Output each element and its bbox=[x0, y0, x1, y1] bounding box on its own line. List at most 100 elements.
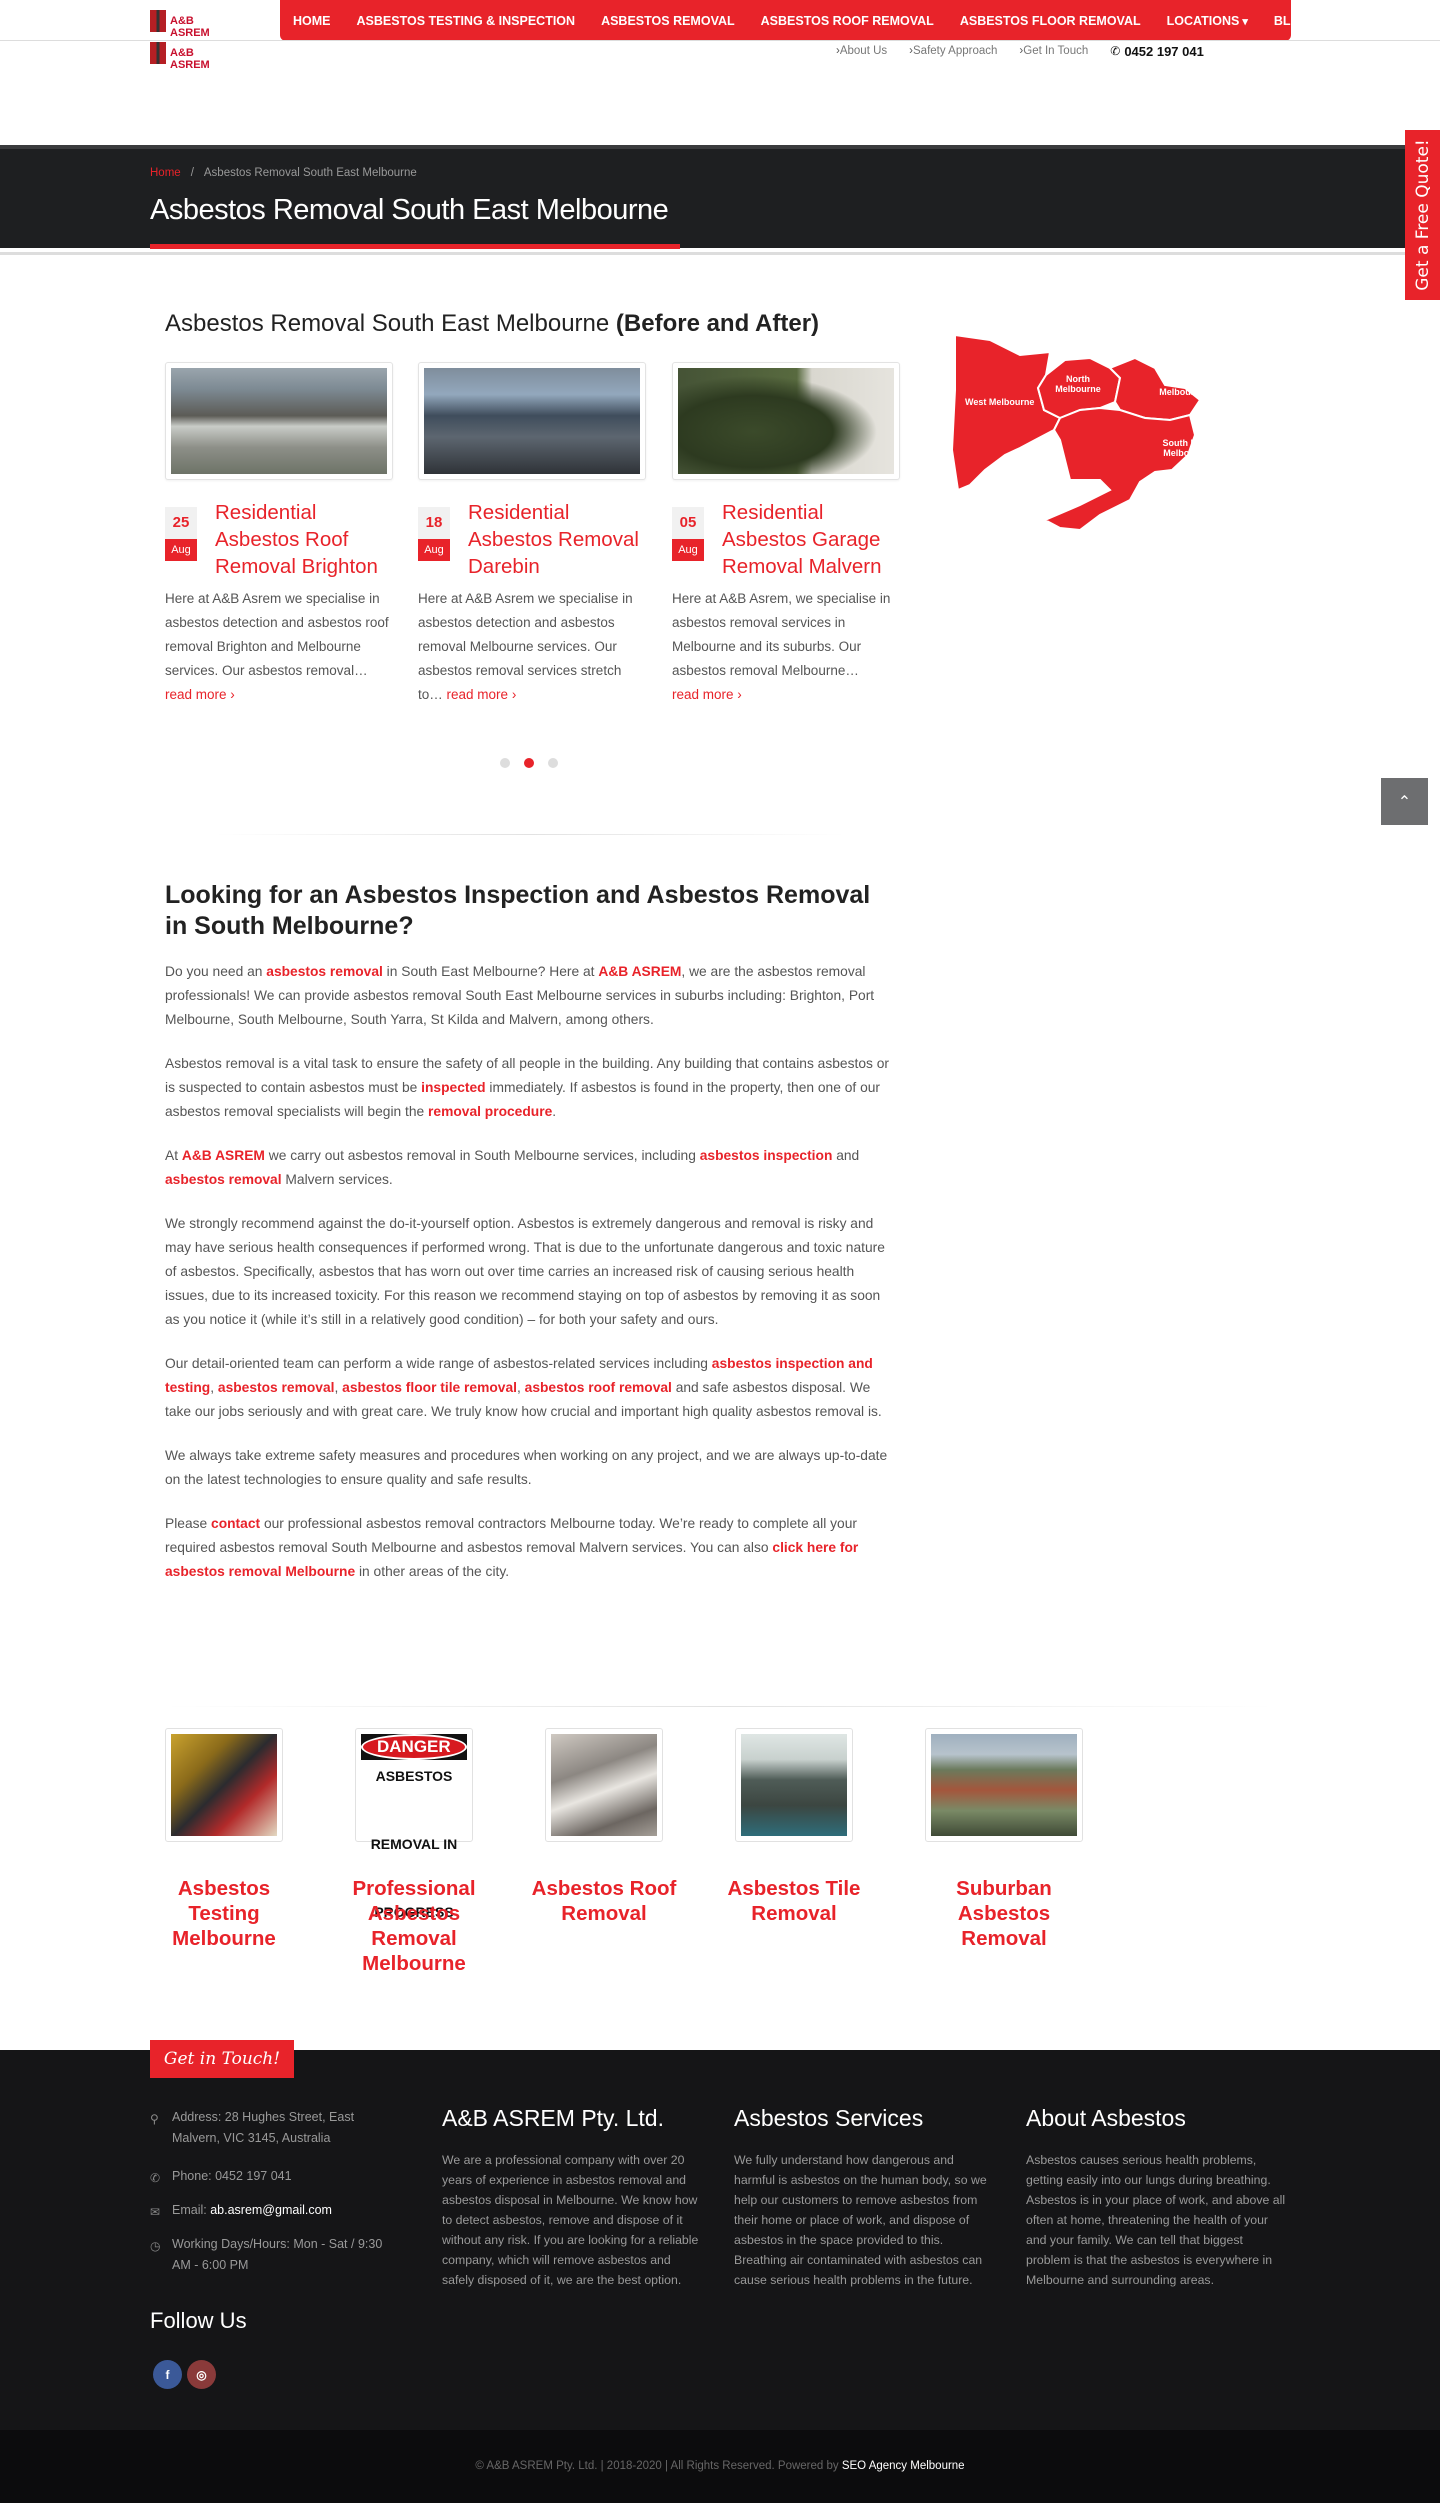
link-contact[interactable]: contact bbox=[211, 1516, 260, 1531]
map-region-west[interactable] bbox=[950, 333, 1062, 492]
nav-asbestos-removal[interactable]: ASBESTOS REMOVAL bbox=[601, 14, 735, 28]
main-nav: HOME ASBESTOS TESTING & INSPECTION ASBES… bbox=[280, 0, 1310, 41]
footer-phone: ✆ Phone: 0452 197 041 bbox=[150, 2166, 400, 2187]
intro-heading: Looking for an Asbestos Inspection and A… bbox=[165, 881, 871, 940]
follow-us-heading: Follow Us bbox=[150, 2308, 247, 2333]
carousel-dot[interactable] bbox=[548, 758, 558, 768]
map-pin-icon: ⚲ bbox=[150, 2112, 159, 2126]
email-link[interactable]: ab.asrem@gmail.com bbox=[210, 2203, 332, 2217]
read-more-link[interactable]: read more bbox=[447, 687, 517, 702]
footer-column-about: About Asbestos Asbestos causes serious he… bbox=[1026, 2105, 1286, 2287]
service-image[interactable] bbox=[735, 1728, 853, 1842]
link-asbestos-removal[interactable]: asbestos removal bbox=[266, 964, 383, 979]
service-image[interactable] bbox=[545, 1728, 663, 1842]
carousel-dot[interactable] bbox=[500, 758, 510, 768]
get-in-touch-badge: Get in Touch! bbox=[150, 2040, 294, 2078]
clock-icon: ◷ bbox=[150, 2239, 161, 2253]
chevron-up-icon: ⌃ bbox=[1397, 793, 1412, 811]
link-ab-asrem[interactable]: A&B ASREM bbox=[598, 964, 681, 979]
post-image[interactable] bbox=[672, 362, 900, 480]
intro-paragraph: We strongly recommend against the do-it-… bbox=[165, 1216, 885, 1327]
post-excerpt: Here at A&B Asrem we specialise in asbes… bbox=[418, 587, 646, 707]
title-underline bbox=[150, 244, 680, 249]
header-phone[interactable]: 0452 197 041 bbox=[1124, 44, 1204, 59]
link-floor-tile-removal[interactable]: asbestos floor tile removal bbox=[342, 1380, 517, 1395]
intro-paragraph: At A&B ASREM we carry out asbestos remov… bbox=[165, 1148, 860, 1187]
post-card: 18 Aug Residential Asbestos Removal Dareb… bbox=[418, 362, 646, 702]
nav-floor-removal[interactable]: ASBESTOS FLOOR REMOVAL bbox=[960, 14, 1141, 28]
map-label-southeast: Melbourne bbox=[1163, 448, 1209, 458]
post-image[interactable] bbox=[165, 362, 393, 480]
facebook-icon[interactable]: f bbox=[153, 2360, 182, 2389]
breadcrumb-home[interactable]: Home bbox=[150, 167, 181, 179]
intro-paragraph: Our detail-oriented team can perform a w… bbox=[165, 1356, 882, 1419]
read-more-link[interactable]: read more bbox=[672, 687, 742, 702]
agency-link[interactable]: SEO Agency Melbourne bbox=[842, 2460, 965, 2472]
melbourne-region-map[interactable]: West Melbourne North Melbourne East Melb… bbox=[950, 330, 1250, 570]
carousel-dot-active[interactable] bbox=[524, 758, 534, 768]
intro-paragraph: Asbestos removal is a vital task to ensu… bbox=[165, 1056, 889, 1119]
service-image[interactable]: DANGER ASBESTOS REMOVAL IN PROGRESS bbox=[355, 1728, 473, 1920]
service-label[interactable]: Suburban Asbestos Removal bbox=[924, 1876, 1084, 1951]
link-safety-approach[interactable]: Safety Approach bbox=[909, 45, 997, 57]
map-region-southeast[interactable] bbox=[1042, 406, 1197, 532]
link-inspected[interactable]: inspected bbox=[421, 1080, 485, 1095]
service-label[interactable]: Professional Asbestos Removal Melbourne bbox=[334, 1876, 494, 1976]
link-roof-removal[interactable]: asbestos roof removal bbox=[525, 1380, 672, 1395]
link-asbestos-removal[interactable]: asbestos removal bbox=[165, 1172, 282, 1187]
free-quote-tab[interactable]: Get a Free Quote! bbox=[1405, 130, 1440, 300]
copyright-bar: © A&B ASREM Pty. Ltd. | 2018-2020 | All … bbox=[0, 2430, 1440, 2503]
section-divider bbox=[165, 1706, 1275, 1707]
service-item: Asbestos Roof Removal bbox=[532, 1728, 676, 1926]
nav-home[interactable]: HOME bbox=[293, 14, 331, 28]
logo[interactable]: A&B ASREM bbox=[150, 40, 230, 71]
service-item: Asbestos Testing Melbourne bbox=[165, 1728, 283, 1951]
service-image[interactable] bbox=[925, 1728, 1083, 1842]
logo-mark-icon bbox=[150, 42, 166, 64]
link-about-us[interactable]: About Us bbox=[836, 45, 887, 57]
link-asbestos-inspection[interactable]: asbestos inspection bbox=[700, 1148, 833, 1163]
post-image[interactable] bbox=[418, 362, 646, 480]
nav-locations[interactable]: LOCATIONS bbox=[1167, 14, 1248, 28]
post-card: 25 Aug Residential Asbestos Roof Removal … bbox=[165, 362, 393, 702]
intro-paragraph: Please contact our professional asbestos… bbox=[165, 1516, 859, 1579]
intro-paragraph: We always take extreme safety measures a… bbox=[165, 1448, 888, 1487]
carousel-dots bbox=[500, 758, 572, 768]
footer-email: ✉ Email: ab.asrem@gmail.com bbox=[150, 2200, 400, 2221]
post-date: 05 Aug bbox=[672, 507, 704, 561]
intro-section: Looking for an Asbestos Inspection and A… bbox=[165, 880, 895, 1604]
map-label-north: North bbox=[1066, 374, 1090, 384]
top-links: About Us Safety Approach Get In Touch ✆ … bbox=[836, 42, 1204, 60]
post-date: 18 Aug bbox=[418, 507, 450, 561]
nav-blog[interactable]: BLOG bbox=[1274, 14, 1310, 28]
scroll-top-button[interactable]: ⌃ bbox=[1381, 778, 1428, 825]
read-more-link[interactable]: read more bbox=[165, 687, 235, 702]
logo-small[interactable]: A&B ASREM bbox=[150, 8, 230, 39]
link-ab-asrem[interactable]: A&B ASREM bbox=[182, 1148, 265, 1163]
page-banner: Home / Asbestos Removal South East Melbour… bbox=[0, 145, 1440, 255]
post-title[interactable]: Residential Asbestos Roof Removal Bright… bbox=[215, 499, 393, 580]
link-removal-procedure[interactable]: removal procedure bbox=[428, 1104, 552, 1119]
footer-column-company: A&B ASREM Pty. Ltd. We are a professional… bbox=[442, 2105, 699, 2287]
section-divider bbox=[215, 834, 845, 835]
post-excerpt: Here at A&B Asrem, we specialise in asbe… bbox=[672, 587, 900, 707]
service-label[interactable]: Asbestos Roof Removal bbox=[524, 1876, 684, 1926]
service-item: DANGER ASBESTOS REMOVAL IN PROGRESS Profes… bbox=[352, 1728, 476, 1976]
service-label[interactable]: Asbestos Testing Melbourne bbox=[144, 1876, 304, 1951]
link-asbestos-removal[interactable]: asbestos removal bbox=[218, 1380, 335, 1395]
post-title[interactable]: Residential Asbestos Garage Removal Malv… bbox=[722, 499, 900, 580]
service-label[interactable]: Asbestos Tile Removal bbox=[714, 1876, 874, 1926]
gallery-heading: Asbestos Removal South East Melbourne (B… bbox=[165, 310, 820, 337]
nav-testing-inspection[interactable]: ASBESTOS TESTING & INSPECTION bbox=[357, 14, 576, 28]
post-title[interactable]: Residential Asbestos Removal Darebin bbox=[468, 499, 646, 580]
service-item: Suburban Asbestos Removal bbox=[925, 1728, 1083, 1951]
post-excerpt: Here at A&B Asrem we specialise in asbes… bbox=[165, 587, 393, 707]
map-label-east: East bbox=[1172, 377, 1191, 387]
instagram-icon[interactable]: ◎ bbox=[187, 2360, 216, 2389]
nav-roof-removal[interactable]: ASBESTOS ROOF REMOVAL bbox=[761, 14, 934, 28]
service-image[interactable] bbox=[165, 1728, 283, 1842]
link-get-in-touch[interactable]: Get In Touch bbox=[1019, 45, 1088, 57]
intro-paragraph: Do you need an asbestos removal in South… bbox=[165, 964, 875, 1027]
footer-hours: ◷ Working Days/Hours: Mon - Sat / 9:30 AM… bbox=[150, 2237, 383, 2272]
header-divider bbox=[0, 40, 1440, 41]
